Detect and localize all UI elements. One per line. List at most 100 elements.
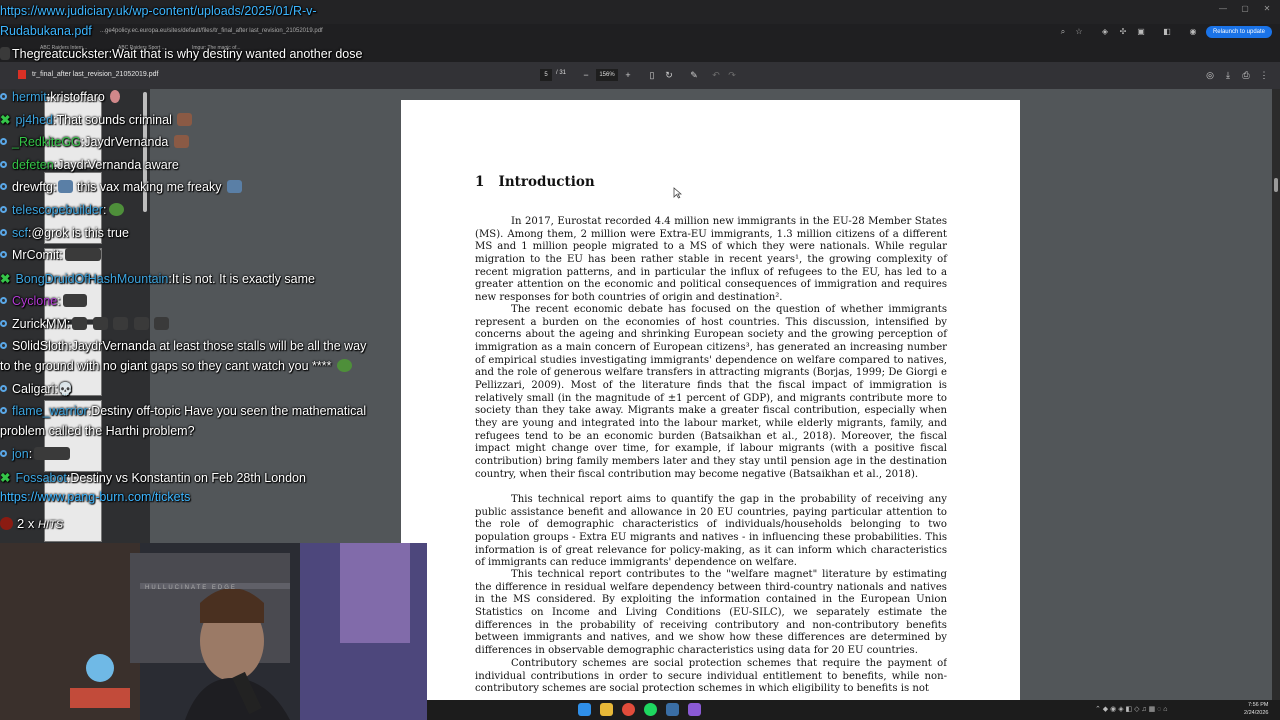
file-explorer-icon[interactable] xyxy=(600,703,613,716)
zoom-level-input[interactable]: 156% xyxy=(596,69,618,81)
chat-message: drewftg: this vax making me freaky xyxy=(0,180,242,194)
emote-icon xyxy=(133,317,149,330)
chat-username[interactable]: flame_warrior xyxy=(12,404,88,418)
chat-text: It is not. It is exactly same xyxy=(171,272,315,286)
emote-icon xyxy=(154,317,170,330)
page-thumbnail-6[interactable] xyxy=(44,476,102,542)
close-icon[interactable]: ✕ xyxy=(1260,4,1274,14)
chat-message-continued: to the ground with no giant gaps so they… xyxy=(0,359,352,373)
extensions-puzzle-icon[interactable]: ✣ xyxy=(1118,27,1128,37)
extension-icon-2[interactable]: ▣ xyxy=(1136,27,1146,37)
viewer-scrollbar-thumb[interactable] xyxy=(1274,178,1278,192)
minimize-icon[interactable]: — xyxy=(1216,4,1230,14)
chat-username[interactable]: ZurickMM xyxy=(12,317,67,331)
user-badge-icon xyxy=(0,47,10,60)
search-icon[interactable]: ⌕ xyxy=(1058,27,1068,37)
chat-username[interactable]: scf xyxy=(12,226,28,240)
chat-username[interactable]: MrComit xyxy=(12,248,59,262)
chat-link-line-1[interactable]: https://www.judiciary.uk/wp-content/uplo… xyxy=(0,4,317,18)
chat-message: MrComit: xyxy=(0,248,101,262)
chat-username[interactable]: _RedkiteGG xyxy=(12,135,81,149)
viewer-badge-icon xyxy=(0,385,7,392)
annotate-icon[interactable]: ✎ xyxy=(688,69,700,81)
viewer-badge-icon xyxy=(0,251,7,258)
rotate-icon[interactable]: ↻ xyxy=(663,69,675,81)
extension-icon[interactable]: ◈ xyxy=(1100,27,1110,37)
chat-username[interactable]: defeten xyxy=(12,158,54,172)
emote-icon xyxy=(177,113,193,126)
app-icon[interactable] xyxy=(688,703,701,716)
page-number-input[interactable]: 5 xyxy=(540,69,552,81)
chat-username[interactable]: hermit xyxy=(12,90,47,104)
zoom-in-button[interactable]: + xyxy=(622,69,634,81)
section-heading: 1 Introduction xyxy=(475,174,595,190)
start-icon[interactable] xyxy=(578,703,591,716)
chat-link-line-2[interactable]: Rudabukana.pdf xyxy=(0,24,92,38)
bookmark-star-icon[interactable]: ☆ xyxy=(1074,27,1084,37)
steam-icon[interactable] xyxy=(666,703,679,716)
address-bar[interactable]: ...ge4policy.ec.europa.eu/sites/default/… xyxy=(0,24,1280,40)
undo-icon[interactable]: ↶ xyxy=(710,69,722,81)
chat-message: flame_warrior:Destiny off-topic Have you… xyxy=(0,404,366,418)
emote-icon xyxy=(113,317,129,330)
chat-username[interactable]: telescopebuilder xyxy=(12,203,103,217)
fit-page-icon[interactable]: ▯ xyxy=(646,69,658,81)
chrome-icon[interactable] xyxy=(622,703,635,716)
section-title: Introduction xyxy=(498,174,595,190)
viewer-badge-icon xyxy=(0,93,7,100)
emote-icon xyxy=(336,359,352,372)
mouse-cursor-icon xyxy=(673,187,682,199)
chat-link[interactable]: https://www.pang-burn.com/tickets xyxy=(0,490,190,504)
hits-counter: 2 x HITS xyxy=(0,516,63,531)
redo-icon[interactable]: ↷ xyxy=(726,69,738,81)
skull-emote-icon: 💀 xyxy=(57,382,74,396)
pdf-file-icon xyxy=(18,70,26,79)
thumbnail-scrollbar[interactable] xyxy=(143,92,147,212)
chat-username[interactable]: Caligari xyxy=(12,382,54,396)
hits-label: HITS xyxy=(37,519,64,531)
chat-text: problem called the Harthi problem? xyxy=(0,424,195,438)
chat-text: kristoffaro xyxy=(50,90,105,104)
chat-username[interactable]: Fossabot xyxy=(15,471,66,485)
zoom-out-button[interactable]: − xyxy=(580,69,592,81)
spotify-icon[interactable] xyxy=(644,703,657,716)
chat-text: Wait that is why destiny wanted another … xyxy=(112,47,363,61)
address-url[interactable]: ...ge4policy.ec.europa.eu/sites/default/… xyxy=(100,28,323,34)
maximize-icon[interactable]: ▢ xyxy=(1238,4,1252,14)
ai-icon[interactable]: ◎ xyxy=(1204,69,1216,81)
chat-message: _RedkiteGG:JaydrVernanda xyxy=(0,135,189,149)
system-tray-icons[interactable]: ⌃ ◆ ◉ ◈ ◧ ◇ ♫ ▦ ◌ ⌂ xyxy=(1095,705,1235,715)
chat-message: ZurickMM: xyxy=(0,317,170,331)
viewer-badge-icon xyxy=(0,183,7,190)
chat-message: scf:@grok is this true xyxy=(0,226,129,240)
chat-message: ✖ BongDruidOfHashMountain:It is not. It i… xyxy=(0,272,315,286)
chat-username[interactable]: Cyclone xyxy=(12,294,57,308)
download-icon[interactable]: ⤓ xyxy=(1222,69,1234,81)
emote-icon xyxy=(72,317,88,330)
relaunch-to-update-button[interactable]: Relaunch to update xyxy=(1206,26,1272,38)
profile-icon[interactable]: ◉ xyxy=(1188,27,1198,37)
chat-username[interactable]: pj4hed xyxy=(15,113,53,127)
hits-count: 2 x xyxy=(17,516,35,531)
emote-icon xyxy=(62,294,87,307)
emote-icon xyxy=(92,317,108,330)
chat-username[interactable]: drewftg xyxy=(12,180,53,194)
chat-username[interactable]: S0lidSloth xyxy=(12,339,68,353)
page-total: / 31 xyxy=(556,70,567,76)
viewer-badge-icon xyxy=(0,161,7,168)
chat-text: Destiny off-topic Have you seen the math… xyxy=(91,404,367,418)
print-icon[interactable]: ⎙ xyxy=(1240,69,1252,81)
emote-icon xyxy=(34,447,71,460)
chat-text: @grok is this true xyxy=(31,226,129,240)
chat-text: to the ground with no giant gaps so they… xyxy=(0,359,332,373)
emote-icon xyxy=(226,180,242,193)
sidebar-icon[interactable]: ◧ xyxy=(1162,27,1172,37)
taskbar-clock[interactable]: 7:56 PM 2/24/2026 xyxy=(1244,701,1268,717)
chat-username[interactable]: jon xyxy=(12,447,29,461)
viewer-badge-icon xyxy=(0,138,7,145)
more-options-icon[interactable]: ⋮ xyxy=(1258,69,1270,81)
chat-username[interactable]: BongDruidOfHashMountain xyxy=(15,272,168,286)
paragraph-1: In 2017, Eurostat recorded 4.4 million n… xyxy=(475,216,947,303)
chat-username[interactable]: Thegreatcuckster xyxy=(12,47,109,61)
viewer-badge-icon xyxy=(0,320,7,327)
